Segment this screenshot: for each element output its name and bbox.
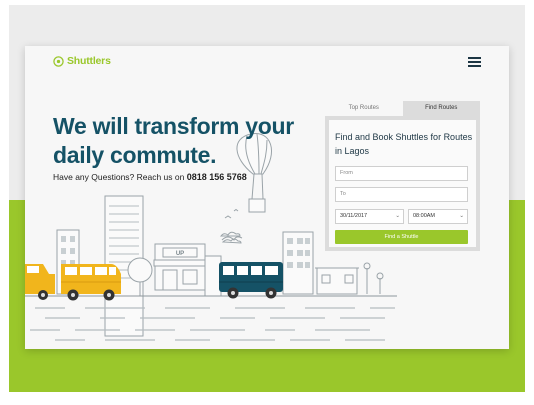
yellow-car-left xyxy=(25,264,55,300)
website-preview-card: UP Shuttlers We will transform your dail… xyxy=(25,46,509,349)
chevron-down-icon: ⌄ xyxy=(459,213,464,219)
date-select[interactable]: 30/11/2017 ⌄ xyxy=(335,209,404,224)
teal-shuttle-bus xyxy=(219,262,283,299)
time-select-value: 08:00AM xyxy=(413,213,436,219)
yellow-van xyxy=(61,264,121,301)
brand-name: Shuttlers xyxy=(67,55,111,67)
booking-panel-body: Find and Book Shuttles for Routes in Lag… xyxy=(325,116,480,251)
tab-top-routes[interactable]: Top Routes xyxy=(325,101,403,116)
up-sign-text: UP xyxy=(176,251,184,257)
hero-subtitle-text: Have any Questions? Reach us on xyxy=(53,172,187,182)
contact-phone-link[interactable]: 0818 156 5768 xyxy=(187,172,247,182)
find-shuttle-button[interactable]: Find a Shuttle xyxy=(335,230,468,244)
hamburger-menu-icon[interactable] xyxy=(468,57,481,67)
hero-subtitle: Have any Questions? Reach us on 0818 156… xyxy=(53,172,247,182)
page-canvas: UP Shuttlers We will transform your dail… xyxy=(0,0,534,405)
brand-logo[interactable]: Shuttlers xyxy=(53,55,111,67)
tab-find-routes[interactable]: Find Routes xyxy=(402,101,480,116)
hero-title-line-1: We will transform your xyxy=(53,113,294,139)
booking-form: Find and Book Shuttles for Routes in Lag… xyxy=(329,120,476,247)
hero-title: We will transform your daily commute. xyxy=(53,112,343,170)
booking-form-title: Find and Book Shuttles for Routes in Lag… xyxy=(335,132,473,156)
date-select-value: 30/11/2017 xyxy=(340,213,368,219)
booking-tabs: Top Routes Find Routes xyxy=(325,101,480,116)
to-input[interactable]: To xyxy=(335,187,468,202)
shuttle-logo-icon xyxy=(53,55,64,67)
booking-panel: Top Routes Find Routes Find and Book Shu… xyxy=(325,101,480,251)
chevron-down-icon: ⌄ xyxy=(395,213,400,219)
time-select[interactable]: 08:00AM ⌄ xyxy=(408,209,468,224)
from-input[interactable]: From xyxy=(335,166,468,181)
hero-title-line-2: daily commute. xyxy=(53,142,217,168)
